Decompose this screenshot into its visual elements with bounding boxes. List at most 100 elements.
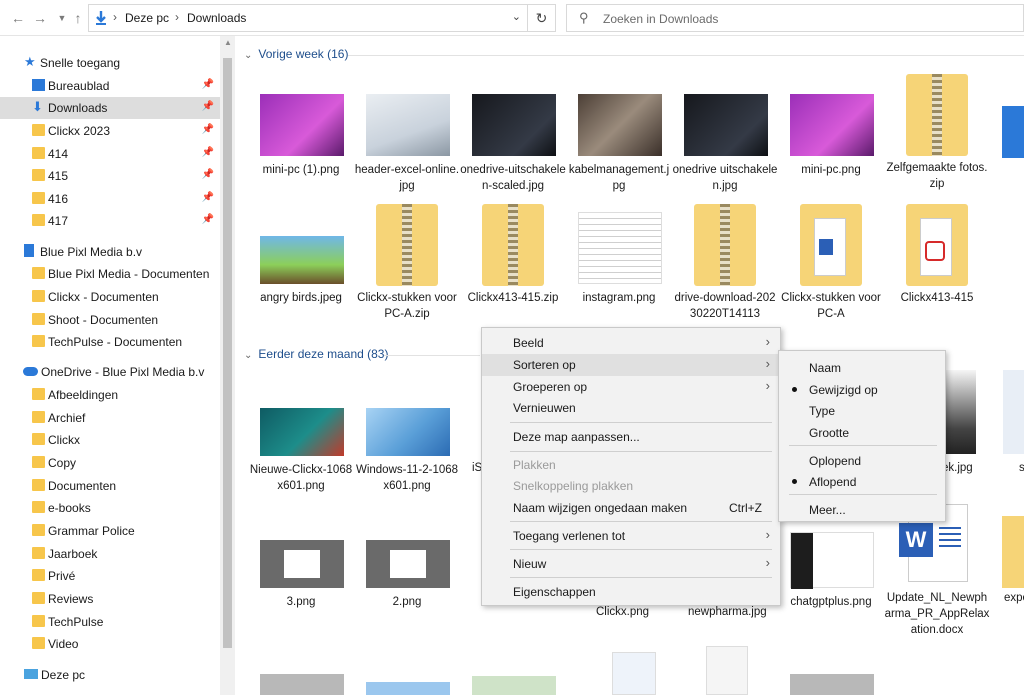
- quick-access[interactable]: ★ Snelle toegang: [0, 52, 220, 74]
- sidebar-item-417[interactable]: 417 📌: [0, 210, 220, 232]
- file-item[interactable]: drive-download-20230220T14113: [672, 204, 776, 334]
- up-arrow-icon[interactable]: ↑: [70, 9, 86, 27]
- menu-item-beeld[interactable]: Beeld ›: [482, 332, 780, 354]
- sort-option-aflopend[interactable]: Aflopend: [779, 470, 945, 492]
- image-thumbnail[interactable]: [366, 682, 450, 695]
- sort-option-gewijzigd-op[interactable]: Gewijzigd op: [779, 378, 945, 400]
- sidebar-scrollbar[interactable]: ▲: [220, 36, 235, 695]
- folder-icon: [32, 569, 45, 581]
- image-thumbnail: [366, 408, 450, 456]
- sidebar-item-techpulse[interactable]: TechPulse: [0, 611, 220, 633]
- file-item[interactable]: W Update_NL_Newpharma_PR_AppRelaxation.d…: [884, 504, 989, 636]
- image-thumbnail[interactable]: [1002, 106, 1024, 158]
- back-arrow-icon[interactable]: ←: [10, 9, 26, 27]
- sidebar-item-blue-pixl-media[interactable]: Blue Pixl Media b.v: [0, 241, 220, 263]
- cloud-icon: [23, 367, 38, 376]
- image-thumbnail[interactable]: [260, 674, 344, 695]
- file-item[interactable]: kabelmanagement.jpg: [566, 94, 670, 224]
- sidebar-item-copy[interactable]: Copy: [0, 452, 220, 474]
- sidebar-item-414[interactable]: 414 📌: [0, 143, 220, 165]
- file-name[interactable]: expo: [1004, 592, 1024, 604]
- sidebar-item-this-pc[interactable]: Deze pc: [0, 664, 220, 686]
- menu-item-nieuw[interactable]: Nieuw ›: [482, 553, 780, 575]
- sidebar-item-downloads[interactable]: ⬇ Downloads 📌: [0, 97, 220, 119]
- file-item[interactable]: Nieuwe-Clickx-1068x601.png: [248, 408, 352, 538]
- file-name[interactable]: s: [1019, 462, 1024, 474]
- group-header-last-week[interactable]: ⌄ Vorige week (16): [244, 47, 348, 61]
- menu-item-vernieuwen[interactable]: Vernieuwen: [482, 397, 780, 419]
- menu-item-eigenschappen[interactable]: Eigenschappen: [482, 581, 780, 603]
- forward-arrow-icon[interactable]: →: [32, 9, 48, 27]
- sidebar-item-archief[interactable]: Archief: [0, 407, 220, 429]
- image-thumbnail[interactable]: [472, 676, 556, 695]
- zip-folder-icon: [906, 74, 968, 156]
- sidebar-item-documenten[interactable]: Documenten: [0, 475, 220, 497]
- file-item[interactable]: Windows-11-2-1068x601.png: [354, 408, 458, 538]
- pin-icon: 📌: [201, 169, 214, 180]
- sort-option-grootte[interactable]: Grootte: [779, 421, 945, 443]
- sidebar-item-clickx-2023[interactable]: Clickx 2023 📌: [0, 120, 220, 142]
- image-thumbnail[interactable]: [790, 674, 874, 695]
- sidebar-item-afbeeldingen[interactable]: Afbeeldingen: [0, 384, 220, 406]
- file-item[interactable]: mini-pc (1).png: [248, 94, 352, 224]
- zip-folder-icon: [482, 204, 544, 286]
- folder-icon[interactable]: [1002, 516, 1024, 588]
- zip-folder-icon: [376, 204, 438, 286]
- sidebar-item-label: Shoot - Documenten: [48, 313, 159, 327]
- file-item[interactable]: Clickx413-415.zip: [460, 204, 564, 334]
- search-input[interactable]: ⚲ Zoeken in Downloads: [566, 4, 1024, 32]
- sidebar-item-415[interactable]: 415 📌: [0, 165, 220, 187]
- chevron-down-icon[interactable]: ⌄: [512, 10, 521, 23]
- sidebar-item-clickx-documenten[interactable]: Clickx - Documenten: [0, 286, 220, 308]
- file-name[interactable]: Clickx.png: [596, 606, 649, 618]
- breadcrumb-downloads[interactable]: Downloads: [187, 11, 246, 25]
- file-item[interactable]: Zelfgemaakte fotos.zip: [884, 74, 988, 204]
- sidebar-item-416[interactable]: 416 📌: [0, 188, 220, 210]
- menu-item-groeperen-op[interactable]: Groeperen op ›: [482, 376, 780, 398]
- menu-item-snelkoppeling-plakken[interactable]: Snelkoppeling plakken: [482, 475, 780, 497]
- file-item[interactable]: chatgptplus.png: [778, 532, 882, 662]
- file-item[interactable]: Clickx-stukken voor PC-A.zip: [354, 204, 458, 334]
- image-thumbnail[interactable]: [706, 646, 748, 695]
- menu-item-deze-map-aanpassen[interactable]: Deze map aanpassen...: [482, 426, 780, 448]
- image-thumbnail[interactable]: [1003, 370, 1024, 454]
- group-header-this-month[interactable]: ⌄ Eerder deze maand (83): [244, 347, 388, 361]
- sidebar-item-prive[interactable]: Privé: [0, 565, 220, 587]
- sidebar-item-clickx[interactable]: Clickx: [0, 429, 220, 451]
- menu-item-naam-wijzigen-ongedaan[interactable]: Naam wijzigen ongedaan maken Ctrl+Z: [482, 497, 780, 519]
- refresh-button[interactable]: ↻: [528, 4, 556, 32]
- menu-item-sorteren-op[interactable]: Sorteren op ›: [482, 354, 780, 376]
- sort-option-meer[interactable]: Meer...: [779, 498, 945, 520]
- file-item[interactable]: 2.png: [354, 540, 458, 670]
- menu-item-plakken[interactable]: Plakken: [482, 454, 780, 476]
- file-name[interactable]: ek.jpg: [942, 462, 973, 474]
- sidebar-item-onedrive[interactable]: OneDrive - Blue Pixl Media b.v: [0, 361, 220, 383]
- sidebar-item-grammar-police[interactable]: Grammar Police: [0, 520, 220, 542]
- file-name[interactable]: newpharma.jpg: [688, 606, 767, 618]
- menu-item-toegang-verlenen[interactable]: Toegang verlenen tot ›: [482, 525, 780, 547]
- sidebar-item-reviews[interactable]: Reviews: [0, 588, 220, 610]
- sidebar-item-bureaublad[interactable]: Bureaublad 📌: [0, 75, 220, 97]
- sidebar-item-techpulse-documenten[interactable]: TechPulse - Documenten: [0, 331, 220, 353]
- sidebar-item-jaarboek[interactable]: Jaarboek: [0, 543, 220, 565]
- sidebar-item-shoot-documenten[interactable]: Shoot - Documenten: [0, 309, 220, 331]
- file-item[interactable]: instagram.png: [566, 212, 670, 342]
- sidebar-item-e-books[interactable]: e-books: [0, 497, 220, 519]
- image-thumbnail[interactable]: [612, 652, 656, 695]
- sidebar-item-label: Deze pc: [41, 668, 86, 682]
- recent-locations-icon[interactable]: ▼: [54, 9, 70, 27]
- file-item[interactable]: 3.png: [248, 540, 352, 670]
- scrollbar-thumb[interactable]: [223, 58, 232, 648]
- file-item[interactable]: Clickx-stukken voor PC-A: [778, 204, 882, 334]
- file-item[interactable]: Clickx413-415: [884, 204, 988, 334]
- sidebar-item-video[interactable]: Video: [0, 633, 220, 655]
- scroll-up-icon[interactable]: ▲: [224, 38, 232, 47]
- image-thumbnail: [578, 94, 662, 156]
- breadcrumb-this-pc[interactable]: Deze pc: [125, 11, 169, 25]
- sort-option-type[interactable]: Type: [779, 399, 945, 421]
- address-bar[interactable]: › Deze pc › Downloads ⌄: [88, 4, 528, 32]
- sidebar-item-bpm-documenten[interactable]: Blue Pixl Media - Documenten: [0, 263, 220, 285]
- sort-option-oplopend[interactable]: Oplopend: [779, 449, 945, 471]
- sort-option-naam[interactable]: Naam: [779, 356, 945, 378]
- image-thumbnail[interactable]: [946, 370, 976, 454]
